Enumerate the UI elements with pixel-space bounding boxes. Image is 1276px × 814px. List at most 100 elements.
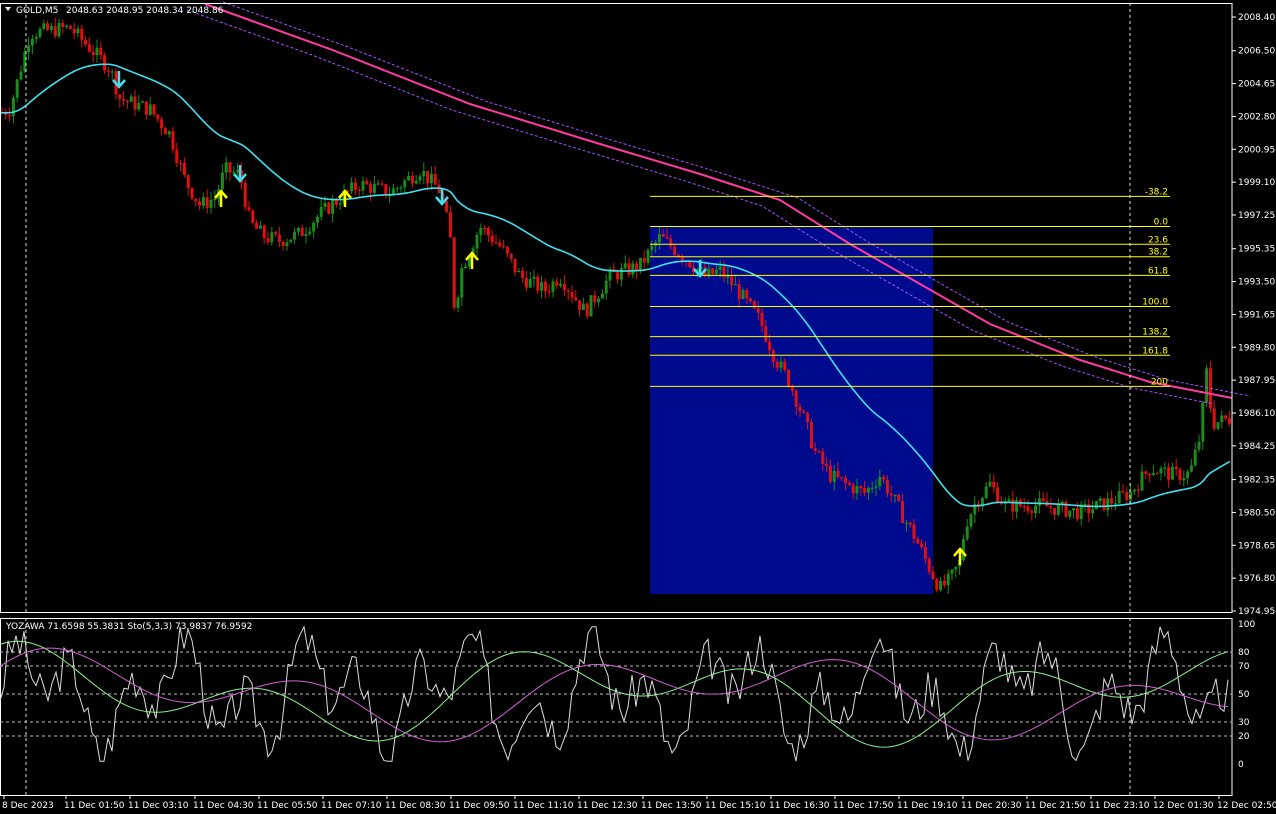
candle-body [296, 227, 300, 232]
candle-body [118, 94, 122, 100]
candle-body [946, 573, 950, 586]
time-label: 11 Dec 20:30 [961, 801, 1022, 811]
candle-body [99, 47, 103, 56]
candle-body [1094, 501, 1098, 510]
candle-body [505, 247, 509, 254]
candle-body [673, 246, 677, 255]
time-label: 11 Dec 05:50 [257, 801, 318, 811]
candle-body [331, 200, 335, 214]
candle-body [650, 245, 654, 251]
candle-body [1174, 466, 1178, 470]
candle-body [840, 477, 844, 479]
candle-body [825, 463, 829, 466]
candle-body [1053, 507, 1057, 515]
price-label: 2008.40 [1238, 13, 1275, 23]
time-label: 11 Dec 09:50 [449, 801, 510, 811]
candle-body [600, 293, 604, 299]
candle-body [521, 270, 525, 278]
candle-body [312, 222, 316, 232]
candle-body [1155, 473, 1159, 475]
candle-body [304, 233, 308, 236]
chart-canvas[interactable]: -38.20.023.638.261.8100.0138.2161.8200 2… [0, 0, 1276, 814]
candle-body [574, 297, 578, 301]
candle-body [194, 198, 198, 202]
time-label: 11 Dec 16:30 [769, 801, 830, 811]
candle-body [148, 104, 152, 115]
candle-body [863, 487, 867, 493]
price-label: 1986.10 [1238, 409, 1275, 419]
candle-body [847, 483, 851, 485]
candle-body [752, 301, 756, 309]
candle-body [597, 298, 601, 303]
candle-body [395, 187, 399, 190]
candle-body [201, 197, 205, 206]
candle-body [251, 210, 255, 223]
candle-body [8, 114, 12, 117]
time-label: 11 Dec 03:10 [128, 801, 189, 811]
candle-body [1102, 498, 1106, 511]
fib-label: 61.8 [1148, 266, 1168, 276]
candle-body [338, 203, 342, 205]
candle-body [942, 580, 946, 586]
candle-body [984, 486, 988, 498]
candle-body [1022, 505, 1026, 508]
fib-label: 200 [1151, 377, 1168, 387]
candle-body [365, 180, 369, 185]
candle-body [916, 538, 920, 544]
candle-body [456, 297, 460, 308]
candle-body [1011, 499, 1015, 512]
candle-body [410, 175, 414, 184]
candle-body [809, 422, 813, 449]
candle-body [908, 522, 912, 525]
candle-body [53, 25, 57, 37]
price-label: 1987.95 [1238, 376, 1275, 386]
candle-body [133, 96, 137, 110]
candle-body [646, 250, 650, 263]
candle-body [638, 257, 642, 271]
candle-body [1197, 441, 1201, 450]
candle-body [418, 176, 422, 181]
candle-body [1034, 505, 1038, 514]
price-label: 1978.65 [1238, 541, 1275, 551]
candle-body [1117, 490, 1121, 504]
candle-body [768, 341, 772, 351]
time-label: 11 Dec 07:10 [321, 801, 382, 811]
candle-body [486, 228, 490, 236]
candle-body [34, 37, 38, 39]
price-label: 1997.25 [1238, 211, 1275, 221]
candle-body [1205, 368, 1209, 403]
candle-body [893, 494, 897, 497]
price-label: 1999.10 [1238, 178, 1275, 188]
candle-body [232, 171, 236, 174]
candle-body [1212, 408, 1216, 429]
candle-body [137, 102, 141, 110]
candle-body [969, 514, 973, 527]
candle-body [1159, 468, 1163, 474]
candle-body [870, 487, 874, 489]
candle-body [308, 231, 312, 234]
candle-body [904, 522, 908, 524]
candle-body [422, 171, 426, 177]
candle-body [445, 200, 449, 212]
candle-body [1041, 498, 1045, 502]
price-label: 1980.50 [1238, 508, 1275, 518]
candle-body [855, 486, 859, 494]
candle-body [1037, 498, 1041, 506]
candle-body [988, 481, 992, 487]
candle-body [205, 197, 209, 208]
candle-body [509, 253, 513, 259]
candle-body [464, 266, 468, 269]
candle-body [220, 172, 224, 190]
candle-body [369, 184, 373, 193]
candle-body [741, 289, 745, 300]
candle-body [1007, 499, 1011, 502]
candle-body [1170, 466, 1174, 480]
candle-body [794, 390, 798, 407]
candle-body [642, 257, 646, 263]
time-label: 11 Dec 13:50 [641, 801, 702, 811]
candle-body [1091, 509, 1095, 514]
candle-body [380, 183, 384, 185]
candle-body [1075, 508, 1079, 520]
candle-body [448, 211, 452, 238]
osc-axis-label: 0 [1238, 760, 1244, 770]
